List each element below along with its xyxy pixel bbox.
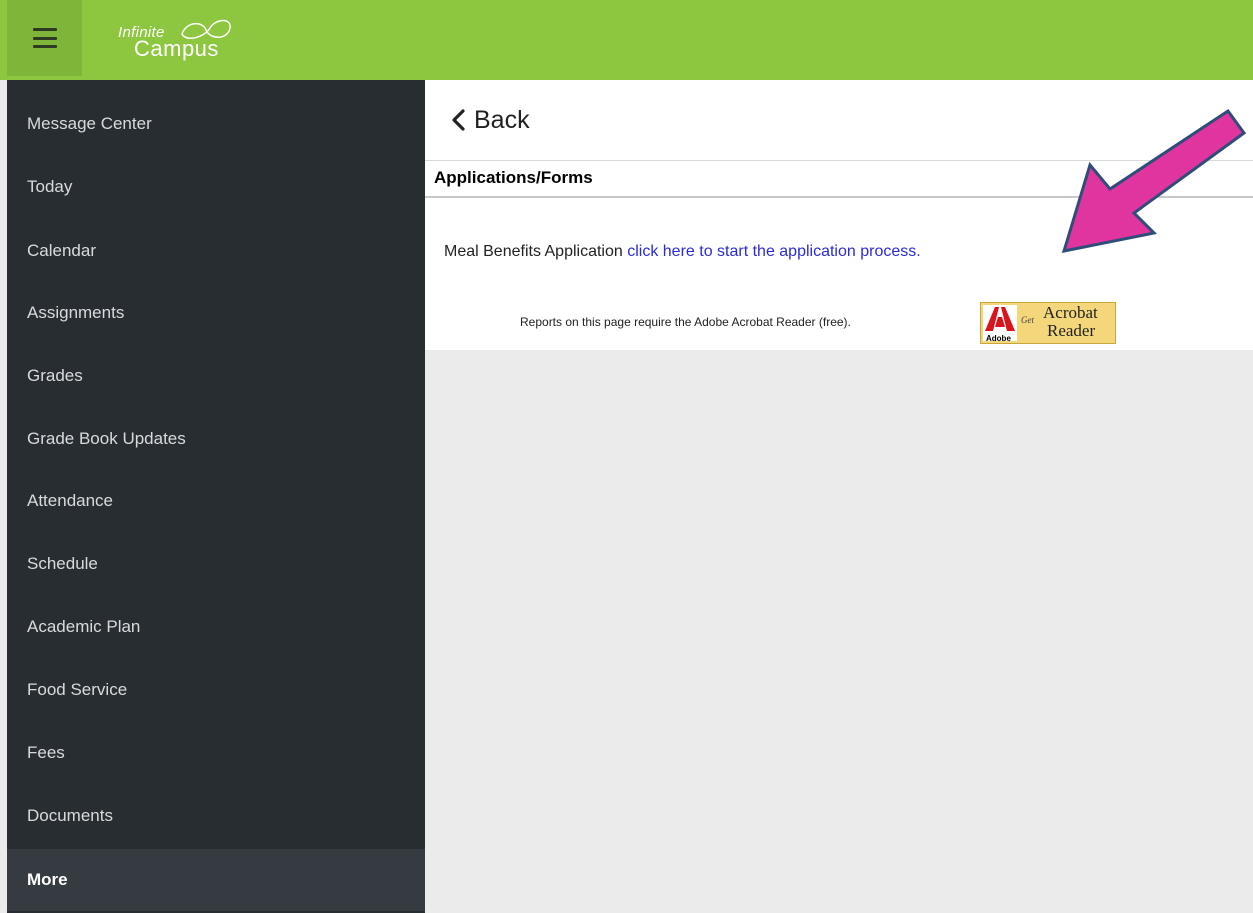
sidebar-item-label: Academic Plan <box>27 617 141 636</box>
sidebar-item-label: Schedule <box>27 554 98 573</box>
back-label: Back <box>474 105 530 134</box>
sidebar-item-label: More <box>27 870 68 889</box>
meal-application-link[interactable]: click here to start the application proc… <box>627 243 920 260</box>
infinite-campus-logo: Infinite Campus <box>112 14 262 64</box>
section-title: Applications/Forms <box>434 168 593 187</box>
sidebar-item-documents[interactable]: Documents <box>7 785 425 847</box>
sidebar-item-label: Attendance <box>27 491 114 510</box>
sidebar-item-more[interactable]: More <box>7 849 425 911</box>
sidebar-item-fees[interactable]: Fees <box>7 722 425 784</box>
sidebar-item-label: Message Center <box>27 114 152 133</box>
acrobat-label: Acrobat <box>1043 303 1098 322</box>
sidebar-item-label: Assignments <box>27 303 125 322</box>
sidebar-item-grades[interactable]: Grades <box>7 345 425 407</box>
sidebar-item-today[interactable]: Today <box>7 156 425 218</box>
sidebar-item-label: Today <box>27 177 73 196</box>
sidebar-item-message-center[interactable]: Message Center <box>7 93 425 155</box>
sidebar-item-label: Grades <box>27 366 83 385</box>
sidebar-item-label: Calendar <box>27 241 96 260</box>
sidebar-item-calendar[interactable]: Calendar <box>7 220 425 282</box>
meal-benefits-label: Meal Benefits Application <box>444 243 628 260</box>
sidebar-item-grade-book-updates[interactable]: Grade Book Updates <box>7 408 425 470</box>
top-bar: Infinite Campus <box>0 0 1253 80</box>
get-label: Get <box>1021 315 1034 325</box>
sidebar-item-attendance[interactable]: Attendance <box>7 470 425 532</box>
adobe-logo-icon: Adobe <box>983 305 1017 343</box>
sidebar-item-label: Grade Book Updates <box>27 429 186 448</box>
sidebar-item-label: Food Service <box>27 680 128 699</box>
sidebar-item-label: Fees <box>27 743 65 762</box>
adobe-label: Adobe <box>986 334 1011 343</box>
hamburger-icon <box>32 28 57 48</box>
sidebar-item-food-service[interactable]: Food Service <box>7 659 425 721</box>
reader-label: Reader <box>1047 321 1096 340</box>
back-button[interactable]: Back <box>450 103 530 137</box>
sidebar-item-academic-plan[interactable]: Academic Plan <box>7 596 425 658</box>
sidebar-item-schedule[interactable]: Schedule <box>7 533 425 595</box>
arrow-pointer-icon <box>1061 108 1247 253</box>
meal-benefits-row: Meal Benefits Application click here to … <box>444 243 921 261</box>
sidebar-nav: Message Center Today Calendar Assignment… <box>7 80 425 913</box>
reports-note: Reports on this page require the Adobe A… <box>520 315 851 329</box>
sidebar-item-label: Documents <box>27 806 113 825</box>
menu-toggle-button[interactable] <box>7 0 82 76</box>
sidebar-item-assignments[interactable]: Assignments <box>7 282 425 344</box>
get-acrobat-reader-button[interactable]: Adobe Get Acrobat Reader <box>980 302 1116 344</box>
chevron-left-icon <box>452 109 465 131</box>
